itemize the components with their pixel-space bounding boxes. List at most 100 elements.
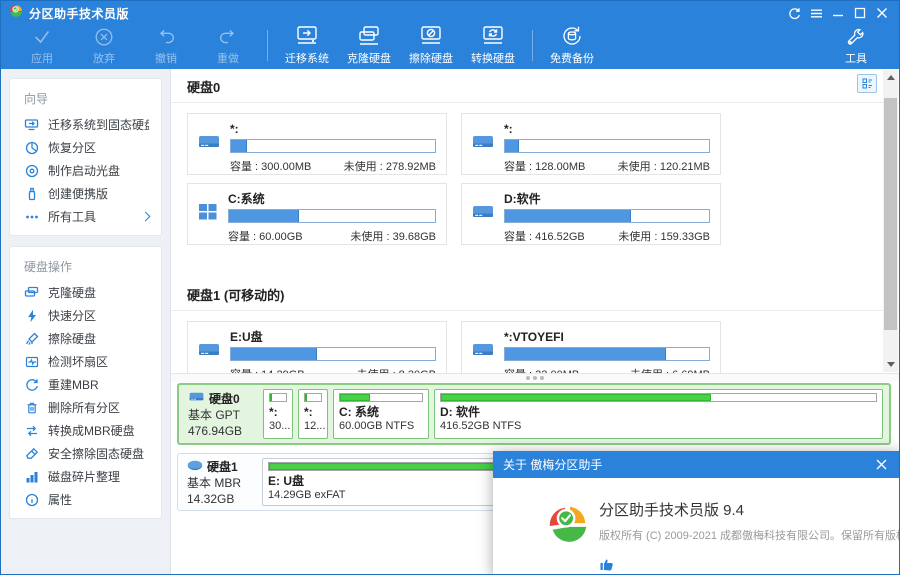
partition-card-c-system[interactable]: C:系统 容量 : 60.00GB 未使用 : 39.68GB [187,183,447,245]
sidebar-item-secure-erase-ssd[interactable]: 安全擦除固态硬盘 [10,442,161,465]
sidebar-item-check-bad-sectors[interactable]: 检测坏扇区 [10,350,161,373]
partition-card-d-software[interactable]: D:软件 容量 : 416.52GB 未使用 : 159.33GB [461,183,721,245]
migrate-system-button[interactable]: 迁移系统 [276,25,338,69]
bad-sector-icon [24,355,39,369]
splitter-handle-icon [533,376,537,380]
toolbar-separator [267,30,268,61]
usage-fill [231,140,248,152]
clone-disk-icon [24,286,39,300]
maximize-button[interactable] [849,3,871,23]
trash-icon [24,401,39,415]
usage-fill [441,394,711,401]
tools-button[interactable]: 工具 [825,25,887,69]
migrate-ssd-icon [24,118,39,132]
redo-button[interactable]: 重做 [197,25,259,69]
wrench-icon [844,26,868,48]
windows-icon [198,202,218,238]
capacity-label: 容量 : 60.00GB [228,231,303,243]
window-title: 分区助手技术员版 [29,6,130,21]
scroll-up-arrow[interactable] [883,70,898,85]
refresh-button[interactable] [783,3,805,23]
dialog-title: 关于 傲梅分区助手 [503,458,603,472]
usage-fill [505,348,667,360]
disk0-label: 硬盘0 基本 GPT 476.94GB [179,385,260,443]
dialog-title-bar: 关于 傲梅分区助手 [493,451,899,478]
map-partition-star2[interactable]: *: 12... [298,389,328,439]
disk-size: 14.32GB [187,492,235,506]
sidebar-item-create-portable[interactable]: 创建便携版 [10,182,161,205]
apply-button[interactable]: 应用 [11,25,73,69]
sidebar-item-properties[interactable]: 属性 [10,488,161,511]
sidebar-item-migrate-to-ssd[interactable]: 迁移系统到固态硬盘 [10,113,161,136]
vertical-scrollbar[interactable] [883,70,898,372]
sidebar-item-convert-to-mbr[interactable]: 转换成MBR硬盘 [10,419,161,442]
removable-drive-icon [187,459,203,475]
info-icon [24,493,39,507]
dialog-body: 分区助手技术员版 9.4 版权所有 (C) 2009-2021 成都傲梅科技有限… [493,478,899,574]
app-logo-icon [9,4,23,23]
broom-icon [24,332,39,346]
recover-partition-icon [24,141,39,155]
menu-button[interactable] [805,3,827,23]
scroll-thumb[interactable] [884,98,897,330]
capacity-label: 容量 : 14.29GB [230,366,305,373]
map-partition-d-software[interactable]: D: 软件 416.52GB NTFS [434,389,883,439]
view-toggle-button[interactable] [857,74,877,93]
partition-card-star2[interactable]: *: 容量 : 128.00MB 未使用 : 120.21MB [461,113,721,175]
convert-disk-button[interactable]: 转换硬盘 [462,25,524,69]
scroll-down-arrow[interactable] [883,357,898,372]
disk-scheme: 基本 MBR [187,476,242,490]
close-button[interactable] [871,3,893,23]
usage-fill [505,210,632,222]
sidebar-item-rebuild-mbr[interactable]: 重建MBR [10,373,161,396]
usage-bar [504,139,710,153]
wipe-disk-button[interactable]: 擦除硬盘 [400,25,462,69]
clone-disk-button[interactable]: 克隆硬盘 [338,25,400,69]
capacity-label: 容量 : 300.00MB [230,161,312,173]
eraser-icon [24,447,39,461]
sidebar-item-wipe-disk[interactable]: 擦除硬盘 [10,327,161,350]
partition-card-vtoyefi[interactable]: *:VTOYEFI 容量 : 32.00MB未使用 : 6.69MB [461,321,721,373]
convert-disk-icon [480,24,506,48]
app-window: 分区助手技术员版 应用 放弃 撤销 重做 迁移系统 克隆硬盘 擦除硬盘 转换硬盘… [0,0,900,575]
dialog-close-button[interactable] [871,455,891,475]
discard-button[interactable]: 放弃 [73,25,135,69]
usage-fill [270,394,273,401]
sidebar-item-all-tools[interactable]: 所有工具 [10,205,161,228]
usage-bar [504,347,710,361]
undo-button[interactable]: 撤销 [135,25,197,69]
free-backup-button[interactable]: 免费备份 [541,25,603,69]
usage-bar [304,393,322,402]
disk-overview: 硬盘0 *: 容量 : 300.00MB 未使用 : 278.92MB *: 容… [171,69,899,373]
map-partition-c-system[interactable]: C: 系统 60.00GB NTFS [333,389,429,439]
drive-icon [198,132,220,168]
sidebar-item-make-boot-disc[interactable]: 制作启动光盘 [10,159,161,182]
minimize-button[interactable] [827,3,849,23]
toolbar-separator [532,30,533,61]
unused-label: 未使用 : 8.30GB [357,366,436,373]
wipe-disk-icon [418,24,444,48]
sidebar-item-quick-partition[interactable]: 快速分区 [10,304,161,327]
sidebar-item-delete-all-partitions[interactable]: 删除所有分区 [10,396,161,419]
sidebar-item-recover-partition[interactable]: 恢复分区 [10,136,161,159]
migrate-disk-icon [294,24,320,48]
quick-partition-icon [24,309,39,323]
about-dialog: 关于 傲梅分区助手 分区助手技术员版 9.4 版权所有 (C) 2009-202… [493,451,899,574]
sidebar-item-defragment[interactable]: 磁盘碎片整理 [10,465,161,488]
capacity-label: 容量 : 416.52GB [504,231,585,243]
capacity-label: 容量 : 128.00MB [504,161,586,173]
sidebar-item-clone-disk[interactable]: 克隆硬盘 [10,281,161,304]
disk-scheme: 基本 GPT [188,408,241,422]
usage-bar [230,347,436,361]
partition-card-star1[interactable]: *: 容量 : 300.00MB 未使用 : 278.92MB [187,113,447,175]
map-partition-star1[interactable]: *: 30... [263,389,293,439]
disk1-label: 硬盘1 基本 MBR 14.32GB [178,454,259,510]
clone-disk-icon [356,24,382,48]
unused-label: 未使用 : 6.69MB [630,366,710,373]
unused-label: 未使用 : 39.68GB [350,231,436,243]
disk0-row[interactable]: 硬盘0 基本 GPT 476.94GB *: 30... *: 12... C:… [177,383,891,445]
sidebar: 向导 迁移系统到固态硬盘 恢复分区 制作启动光盘 创建便携版 所有工具 硬盘操作… [1,69,171,574]
partition-card-e-usb[interactable]: E:U盘 容量 : 14.29GB未使用 : 8.30GB [187,321,447,373]
usage-fill [269,463,525,470]
convert-swap-icon [24,424,39,438]
